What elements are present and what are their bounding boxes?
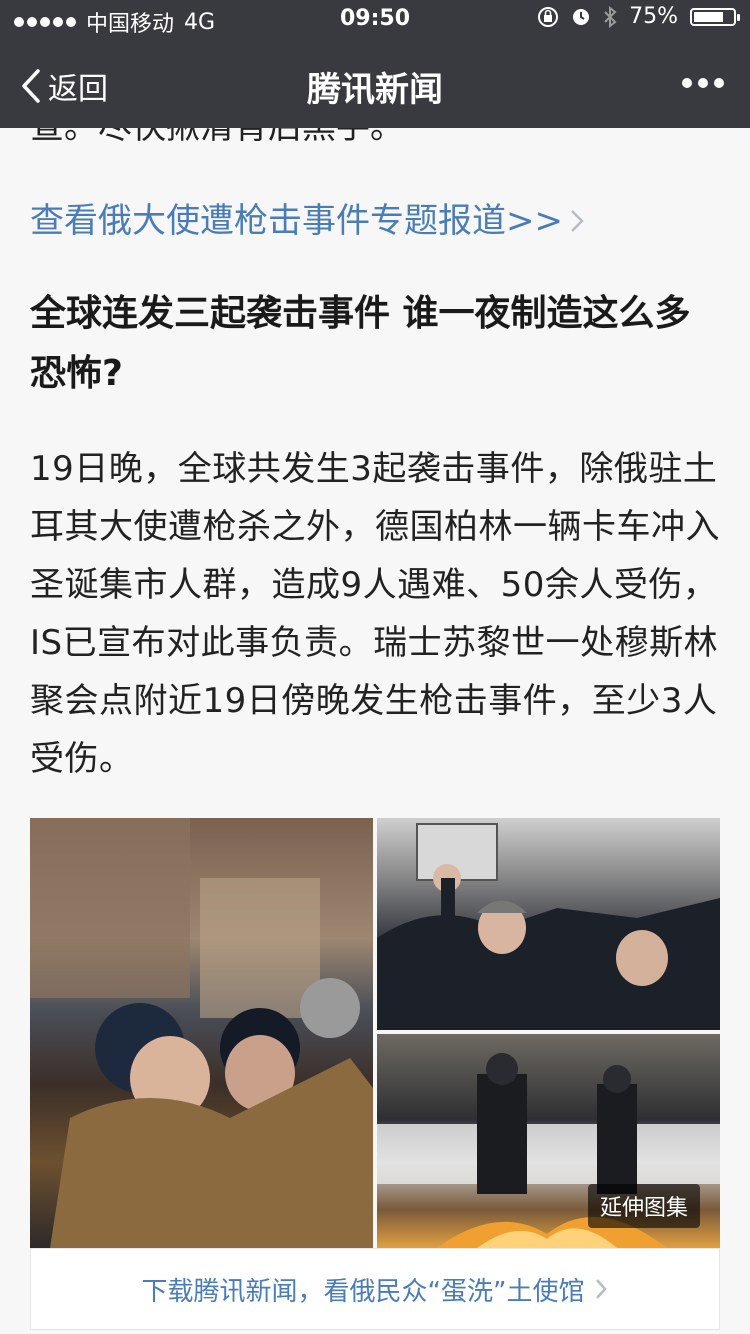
topic-link[interactable]: 查看俄大使遭枪击事件专题报道>> xyxy=(30,196,585,246)
more-menu-button[interactable] xyxy=(682,68,724,98)
top-chrome: 中国移动 4G 09:50 75% 返回 腾讯新闻 xyxy=(0,0,750,128)
orientation-lock-icon xyxy=(538,6,559,27)
battery-level xyxy=(694,11,723,22)
battery-percent: 75% xyxy=(629,4,678,29)
page-title: 腾讯新闻 xyxy=(307,70,443,110)
chevron-right-icon xyxy=(571,210,584,232)
topic-link-label: 查看俄大使遭枪击事件专题报道>> xyxy=(30,201,563,241)
gallery-photo-3[interactable]: 延伸图集 xyxy=(377,1034,720,1248)
more-dot-icon xyxy=(698,78,708,88)
status-right: 75% xyxy=(537,4,740,29)
article-body: 19日晚，全球共发生3起袭击事件，除俄驻土耳其大使遭枪杀之外，德国柏林一辆卡车冲… xyxy=(30,449,720,779)
more-dot-icon xyxy=(682,78,692,88)
photo-gallery[interactable]: 延伸图集 xyxy=(30,818,720,1248)
gallery-photo-2[interactable] xyxy=(377,818,720,1030)
gallery-photo-1[interactable] xyxy=(30,818,373,1248)
bluetooth-icon xyxy=(604,5,617,28)
status-bar: 中国移动 4G 09:50 75% xyxy=(0,0,750,40)
article-heading: 全球连发三起袭击事件 谁一夜制造这么多恐怖? xyxy=(30,293,691,394)
download-app-banner[interactable]: 下载腾讯新闻，看俄民众“蛋洗”土使馆 xyxy=(30,1248,720,1330)
more-dot-icon xyxy=(714,78,724,88)
download-banner-label: 下载腾讯新闻，看俄民众“蛋洗”土使馆 xyxy=(141,1276,585,1307)
gallery-badge[interactable]: 延伸图集 xyxy=(587,1184,700,1228)
alarm-icon xyxy=(573,8,590,25)
chevron-right-icon xyxy=(596,1279,608,1299)
nav-bar: 返回 腾讯新闻 xyxy=(0,40,750,128)
battery-icon xyxy=(690,7,740,26)
